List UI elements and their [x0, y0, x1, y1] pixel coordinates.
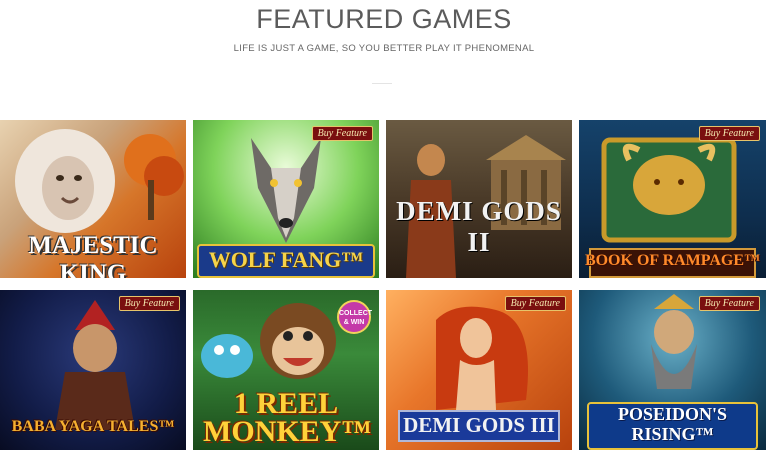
game-title: POSEIDON'S RISING™: [617, 404, 728, 444]
game-title: BOOK OF RAMPAGE™: [584, 252, 761, 269]
collect-win-sticker: COLLECT & WIN: [337, 300, 372, 334]
lion-icon: [15, 129, 115, 233]
game-title: 1 REEL MONKEY™: [203, 387, 372, 448]
buy-feature-badge: Buy Feature: [311, 126, 373, 141]
game-title: BABA YAGA TALES™: [11, 418, 175, 435]
game-title: DEMI GODS II: [396, 196, 562, 257]
wolf-icon: [251, 138, 321, 243]
game-tile-majestic-king[interactable]: MAJESTIC KING: [0, 120, 186, 278]
game-tile-book-of-rampage[interactable]: Buy Feature BOOK OF RAMPAGE™: [579, 120, 766, 278]
buy-feature-badge: Buy Feature: [504, 296, 566, 311]
monkey-icon: [260, 303, 336, 379]
buy-feature-badge: Buy Feature: [698, 296, 760, 311]
title-divider: [372, 83, 392, 84]
buy-feature-badge: Buy Feature: [118, 296, 180, 311]
autumn-tree-icon: [124, 134, 184, 220]
game-tile-1-reel-monkey[interactable]: COLLECT & WIN 1 REEL MONKEY™: [193, 290, 379, 450]
game-title: MAJESTIC KING: [28, 232, 158, 278]
game-tile-baba-yaga-tales[interactable]: Buy Feature BABA YAGA TALES™: [0, 290, 186, 450]
game-title: DEMI GODS III: [403, 413, 555, 437]
buy-feature-badge: Buy Feature: [698, 126, 760, 141]
game-title: WOLF FANG™: [208, 247, 364, 272]
witch-icon: [55, 300, 135, 430]
game-tile-demi-gods-iii[interactable]: Buy Feature DEMI GODS III: [386, 290, 572, 450]
game-tile-wolf-fang[interactable]: Buy Feature WOLF FANG™: [193, 120, 379, 278]
goddess-icon: [436, 306, 528, 410]
game-tile-poseidons-rising[interactable]: Buy Feature POSEIDON'S RISING™: [579, 290, 766, 450]
snake-icon: [201, 334, 253, 378]
golden-bull-book-icon: [601, 137, 737, 243]
game-tile-demi-gods-ii[interactable]: DEMI GODS II: [386, 120, 572, 278]
section-title: FEATURED GAMES: [256, 4, 512, 34]
section-subtitle: LIFE IS JUST A GAME, SO YOU BETTER PLAY …: [233, 43, 535, 54]
